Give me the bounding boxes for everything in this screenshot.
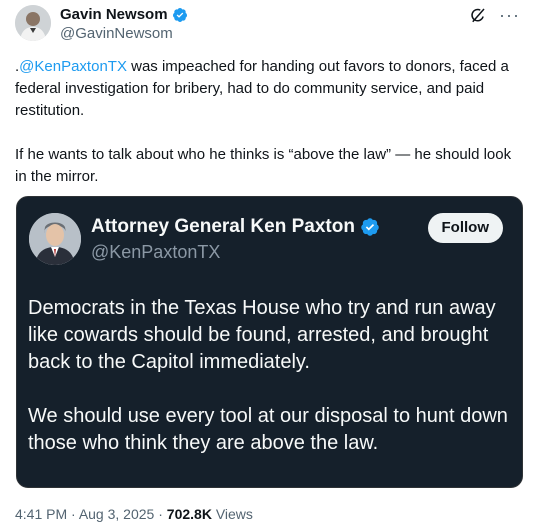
tweet: Gavin Newsom @GavinNewsom ··· .@KenPaxto… — [0, 0, 536, 530]
quoted-author-handle[interactable]: @KenPaxtonTX — [91, 241, 220, 263]
quoted-tweet-text: Democrats in the Texas House who try and… — [28, 295, 518, 484]
tweet-text: .@KenPaxtonTX was impeached for handing … — [15, 56, 520, 210]
timestamp-time[interactable]: 4:41 PM — [15, 506, 67, 522]
quoted-author-avatar[interactable] — [29, 213, 81, 265]
timestamp-date[interactable]: Aug 3, 2025 — [79, 506, 155, 522]
author-name-text[interactable]: Gavin Newsom — [60, 6, 168, 24]
author-avatar[interactable] — [15, 5, 51, 41]
tweet-meta: 4:41 PM · Aug 3, 2025 · 702.8K Views — [15, 505, 253, 523]
more-icon[interactable]: ··· — [499, 6, 520, 24]
author-handle[interactable]: @GavinNewsom — [60, 25, 173, 43]
quoted-author-name-text[interactable]: Attorney General Ken Paxton — [91, 215, 355, 239]
tweet-paragraph-1: .@KenPaxtonTX was impeached for handing … — [15, 56, 520, 122]
quoted-author-name[interactable]: Attorney General Ken Paxton — [91, 215, 380, 239]
tweet-actions: ··· — [469, 6, 520, 24]
follow-button[interactable]: Follow — [427, 213, 503, 243]
views-count: 702.8K — [166, 506, 212, 522]
quoted-tweet[interactable]: Attorney General Ken Paxton @KenPaxtonTX… — [16, 196, 523, 488]
meta-separator: · — [154, 506, 167, 522]
mention-link[interactable]: @KenPaxtonTX — [19, 58, 127, 75]
meta-separator: · — [67, 506, 79, 522]
views-label: Views — [211, 506, 253, 522]
quoted-paragraph-1: Democrats in the Texas House who try and… — [28, 297, 496, 373]
grok-icon[interactable] — [469, 6, 487, 24]
verified-badge-icon — [172, 8, 187, 22]
tweet-paragraph-2: If he wants to talk about who he thinks … — [15, 146, 512, 185]
author-name[interactable]: Gavin Newsom — [60, 6, 188, 24]
verified-badge-icon — [361, 218, 379, 236]
quoted-paragraph-2: We should use every tool at our disposal… — [28, 405, 508, 454]
